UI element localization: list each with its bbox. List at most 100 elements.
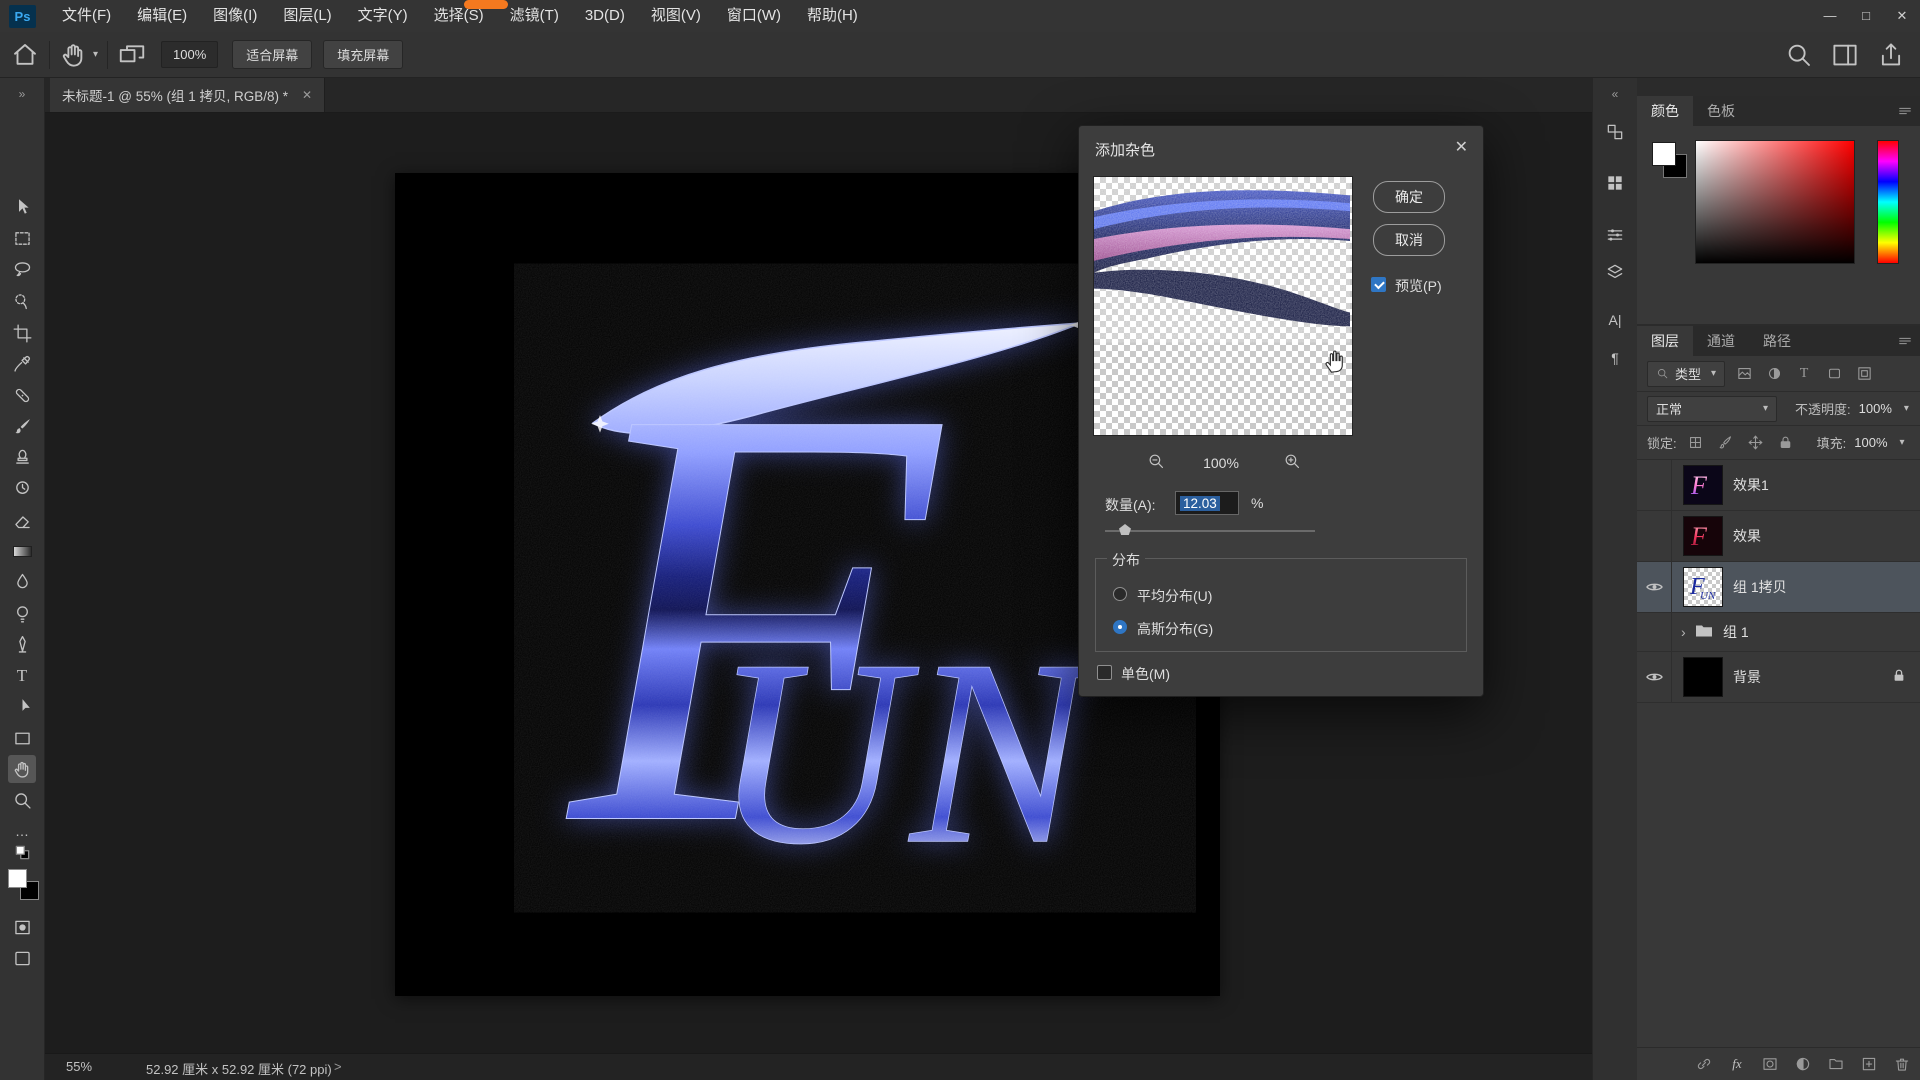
chevron-down-icon[interactable]: ▾ bbox=[93, 49, 98, 60]
panel-menu-icon[interactable] bbox=[1890, 326, 1920, 356]
visibility-toggle[interactable] bbox=[1637, 652, 1672, 702]
cancel-button[interactable]: 取消 bbox=[1373, 224, 1445, 256]
add-layer-mask-icon[interactable] bbox=[1759, 1053, 1781, 1075]
new-adjustment-layer-icon[interactable] bbox=[1792, 1053, 1814, 1075]
minimize-button[interactable]: — bbox=[1812, 0, 1848, 32]
visibility-toggle[interactable] bbox=[1637, 613, 1672, 651]
amount-slider-track[interactable] bbox=[1105, 530, 1315, 532]
marquee-tool[interactable] bbox=[8, 224, 36, 252]
tab-layers[interactable]: 图层 bbox=[1637, 326, 1693, 356]
gaussian-radio[interactable] bbox=[1113, 620, 1127, 634]
opacity-value[interactable]: 100% bbox=[1859, 401, 1892, 416]
dialog-close-icon[interactable]: ✕ bbox=[1455, 137, 1468, 157]
group-expand-icon[interactable]: › bbox=[1681, 624, 1686, 640]
layer-row-background[interactable]: 背景 bbox=[1637, 652, 1920, 703]
menu-window[interactable]: 窗口(W) bbox=[714, 0, 794, 32]
layer-row-effect1[interactable]: F 效果1 bbox=[1637, 460, 1920, 511]
layer-thumbnail[interactable]: F bbox=[1683, 465, 1723, 505]
menu-type[interactable]: 文字(Y) bbox=[345, 0, 421, 32]
layer-row-effect[interactable]: F 效果 bbox=[1637, 511, 1920, 562]
workspace-icon[interactable] bbox=[1830, 40, 1860, 70]
menu-help[interactable]: 帮助(H) bbox=[794, 0, 871, 32]
gaussian-radio-label[interactable]: 高斯分布(G) bbox=[1137, 619, 1213, 639]
arrange-windows-icon[interactable] bbox=[117, 40, 147, 70]
libraries-panel-icon[interactable] bbox=[1603, 260, 1627, 284]
fill-screen-button[interactable]: 填充屏幕 bbox=[323, 40, 403, 69]
layer-thumbnail[interactable]: F UN bbox=[1683, 567, 1723, 607]
layer-row-group1[interactable]: › 组 1 bbox=[1637, 613, 1920, 652]
blur-tool[interactable] bbox=[8, 567, 36, 595]
foreground-color-swatch-panel[interactable] bbox=[1652, 142, 1676, 166]
menu-edit[interactable]: 编辑(E) bbox=[124, 0, 200, 32]
tab-channels[interactable]: 通道 bbox=[1693, 326, 1749, 356]
preview-checkbox-label[interactable]: 预览(P) bbox=[1395, 276, 1442, 296]
fit-screen-button[interactable]: 适合屏幕 bbox=[232, 40, 312, 69]
menu-3d[interactable]: 3D(D) bbox=[572, 0, 638, 32]
lock-all-icon[interactable] bbox=[1775, 432, 1797, 454]
foreground-color-swatch[interactable] bbox=[8, 869, 27, 888]
zoom-in-icon[interactable] bbox=[1283, 452, 1302, 474]
color-saturation-field[interactable] bbox=[1695, 140, 1855, 264]
search-icon[interactable] bbox=[1784, 40, 1814, 70]
share-icon[interactable] bbox=[1876, 40, 1906, 70]
move-tool[interactable] bbox=[8, 193, 36, 221]
close-button[interactable]: ✕ bbox=[1884, 0, 1920, 32]
menu-file[interactable]: 文件(F) bbox=[49, 0, 124, 32]
collapse-panels-button[interactable]: « bbox=[1603, 82, 1627, 106]
status-zoom-level[interactable]: 55% bbox=[66, 1059, 92, 1074]
pen-tool[interactable] bbox=[8, 630, 36, 658]
link-layers-icon[interactable] bbox=[1693, 1053, 1715, 1075]
paragraph-panel-icon[interactable]: ¶ bbox=[1603, 346, 1627, 370]
monochromatic-label[interactable]: 单色(M) bbox=[1121, 664, 1170, 684]
new-group-icon[interactable] bbox=[1825, 1053, 1847, 1075]
document-tab[interactable]: 未标题-1 @ 55% (组 1 拷贝, RGB/8) * ✕ bbox=[50, 78, 325, 112]
default-colors-icon[interactable] bbox=[8, 842, 36, 862]
lock-transparency-icon[interactable] bbox=[1685, 432, 1707, 454]
history-brush-tool[interactable] bbox=[8, 474, 36, 502]
menu-view[interactable]: 视图(V) bbox=[638, 0, 714, 32]
tab-swatches[interactable]: 色板 bbox=[1693, 96, 1749, 126]
tab-paths[interactable]: 路径 bbox=[1749, 326, 1805, 356]
uniform-radio-label[interactable]: 平均分布(U) bbox=[1137, 586, 1212, 606]
amount-input[interactable]: 12.03 bbox=[1175, 491, 1239, 515]
filter-adjustment-layers-icon[interactable] bbox=[1763, 363, 1785, 385]
lasso-tool[interactable] bbox=[8, 255, 36, 283]
visibility-toggle[interactable] bbox=[1637, 460, 1672, 510]
quick-mask-button[interactable] bbox=[8, 913, 36, 941]
uniform-radio[interactable] bbox=[1113, 587, 1127, 601]
filter-shape-layers-icon[interactable] bbox=[1823, 363, 1845, 385]
tab-color[interactable]: 颜色 bbox=[1637, 96, 1693, 126]
zoom-100-button[interactable]: 100% bbox=[161, 41, 218, 68]
tab-close-icon[interactable]: ✕ bbox=[302, 88, 312, 102]
layer-row-group1-copy-selected[interactable]: F UN 组 1拷贝 bbox=[1637, 562, 1920, 613]
lock-pixels-icon[interactable] bbox=[1715, 432, 1737, 454]
zoom-tool[interactable] bbox=[8, 786, 36, 814]
visibility-toggle[interactable] bbox=[1637, 562, 1672, 612]
filter-type-layers-icon[interactable]: T bbox=[1793, 363, 1815, 385]
quick-selection-tool[interactable] bbox=[8, 287, 36, 315]
delete-layer-icon[interactable] bbox=[1891, 1053, 1913, 1075]
healing-brush-tool[interactable] bbox=[8, 381, 36, 409]
noise-preview[interactable] bbox=[1093, 176, 1353, 436]
layer-style-fx-icon[interactable]: fx bbox=[1726, 1053, 1748, 1075]
collapse-toolbar-button[interactable]: » bbox=[8, 80, 36, 108]
collapsed-panel-icon-1[interactable] bbox=[1603, 120, 1627, 144]
layer-filter-type-select[interactable]: 类型 ▾ bbox=[1647, 361, 1725, 387]
home-icon[interactable] bbox=[10, 40, 40, 70]
hue-slider[interactable] bbox=[1877, 140, 1899, 264]
status-chevron-icon[interactable]: > bbox=[334, 1059, 342, 1074]
ok-button[interactable]: 确定 bbox=[1373, 181, 1445, 213]
screen-mode-button[interactable] bbox=[8, 944, 36, 972]
monochromatic-checkbox[interactable] bbox=[1097, 665, 1112, 680]
hand-tool-options-icon[interactable] bbox=[59, 40, 89, 70]
eyedropper-tool[interactable] bbox=[8, 349, 36, 377]
adjustments-panel-icon[interactable] bbox=[1603, 223, 1627, 247]
new-layer-icon[interactable] bbox=[1858, 1053, 1880, 1075]
amount-slider-thumb[interactable] bbox=[1119, 524, 1131, 535]
brush-tool[interactable] bbox=[8, 412, 36, 440]
character-panel-icon[interactable]: A| bbox=[1603, 308, 1627, 332]
clone-stamp-tool[interactable] bbox=[8, 442, 36, 470]
zoom-out-icon[interactable] bbox=[1147, 452, 1166, 474]
filter-smart-object-icon[interactable] bbox=[1853, 363, 1875, 385]
panel-menu-icon[interactable] bbox=[1890, 96, 1920, 126]
